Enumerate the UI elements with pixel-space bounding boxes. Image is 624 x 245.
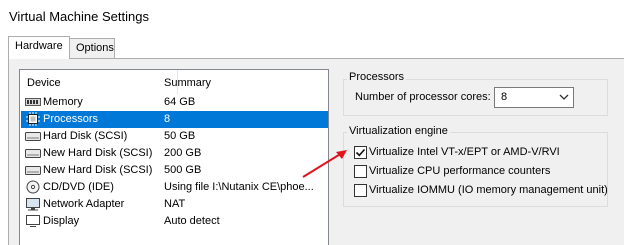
annotation-arrow-icon (302, 150, 347, 178)
device-name: New Hard Disk (SCSI) (43, 147, 153, 159)
tab-hardware[interactable]: Hardware (8, 36, 70, 59)
device-row-network-adapter[interactable]: Network Adapter NAT (21, 196, 328, 213)
vtx-ept-checkbox[interactable] (354, 146, 367, 159)
device-name: New Hard Disk (SCSI) (43, 164, 153, 176)
cpu-perf-counters-checkbox[interactable] (354, 165, 367, 178)
device-name: Processors (43, 113, 99, 125)
iommu-checkbox[interactable] (354, 184, 367, 197)
hard-disk-icon (25, 146, 41, 160)
device-row-display[interactable]: Display Auto detect (21, 213, 328, 230)
device-row-processors[interactable]: Processors 8 (21, 111, 328, 128)
device-summary: 200 GB (164, 147, 202, 159)
device-name: Display (43, 215, 80, 227)
device-summary: Using file I:\Nutanix CE\phoe... (164, 181, 314, 193)
device-summary: 50 GB (164, 130, 196, 142)
device-summary: NAT (164, 198, 186, 210)
device-summary: 500 GB (164, 164, 202, 176)
device-row-cd-dvd[interactable]: CD/DVD (IDE) Using file I:\Nutanix CE\ph… (21, 179, 328, 196)
device-row-new-hard-disk[interactable]: New Hard Disk (SCSI) 200 GB (21, 145, 328, 162)
processor-icon (25, 112, 41, 126)
device-summary: 64 GB (164, 96, 196, 108)
display-icon (25, 214, 41, 228)
device-summary: 8 (164, 113, 171, 125)
cpu-perf-counters-label: Virtualize CPU performance counters (369, 165, 551, 177)
device-name: Hard Disk (SCSI) (43, 130, 128, 142)
device-row-memory[interactable]: Memory 64 GB (21, 94, 328, 111)
processor-cores-select[interactable]: 8 (494, 87, 574, 108)
checkmark-icon (355, 148, 366, 157)
processor-cores-value: 8 (501, 91, 508, 103)
device-name: CD/DVD (IDE) (43, 181, 114, 193)
column-header-summary[interactable]: Summary (164, 77, 211, 89)
virtualization-group-label: Virtualization engine (347, 125, 450, 137)
title-bar: Virtual Machine Settings (0, 0, 624, 36)
device-list[interactable]: Device Summary Memory 64 GB Processors 8… (19, 69, 329, 245)
device-row-new-hard-disk[interactable]: New Hard Disk (SCSI) 500 GB (21, 162, 328, 179)
iommu-label: Virtualize IOMMU (IO memory management u… (369, 184, 608, 196)
hard-disk-icon (25, 129, 41, 143)
window-title: Virtual Machine Settings (9, 9, 149, 24)
device-summary: Auto detect (164, 215, 220, 227)
device-name: Network Adapter (43, 198, 125, 210)
device-row-hard-disk[interactable]: Hard Disk (SCSI) 50 GB (21, 128, 328, 145)
network-adapter-icon (25, 197, 41, 211)
cd-dvd-icon (25, 180, 41, 194)
list-header: Device Summary (20, 70, 328, 94)
processors-group-label: Processors (347, 71, 407, 83)
hard-disk-icon (25, 163, 41, 177)
device-name: Memory (43, 96, 83, 108)
vtx-ept-label: Virtualize Intel VT-x/EPT or AMD-V/RVI (369, 146, 560, 158)
tab-options[interactable]: Options (69, 38, 115, 58)
chevron-down-icon (558, 92, 570, 102)
memory-icon (25, 95, 41, 109)
processor-cores-label: Number of processor cores: (355, 91, 491, 103)
column-header-device[interactable]: Device (27, 77, 61, 89)
